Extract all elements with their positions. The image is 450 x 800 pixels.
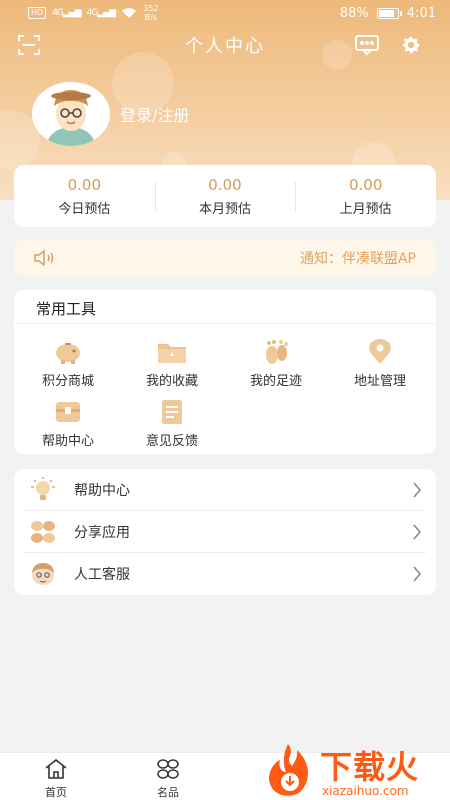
folder-icon	[157, 338, 187, 366]
tool-help-center[interactable]: 帮助中心	[18, 398, 118, 449]
login-register-link[interactable]: 登录/注册	[120, 102, 189, 126]
stat-label: 上月预估	[339, 201, 392, 217]
lightbulb-icon	[28, 475, 58, 505]
page-title: 个人中心	[185, 36, 265, 57]
wifi-icon	[122, 8, 137, 18]
gear-icon[interactable]	[398, 32, 424, 58]
stat-value: 0.00	[208, 175, 242, 194]
stat-this-month[interactable]: 0.00 本月预估	[154, 175, 296, 217]
earnings-stats-card: 0.00 今日预估 0.00 本月预估 0.00 上月预估	[14, 165, 436, 227]
tool-my-favorites[interactable]: 我的收藏	[122, 338, 222, 389]
tab-home[interactable]: 首页	[26, 758, 86, 800]
network-badge: HD	[28, 7, 47, 19]
status-bar: HD 4G▂▄▆ 4G▂▄▆ 352 B/s 88% 4:01	[0, 0, 450, 26]
battery-icon	[376, 7, 402, 19]
home-icon	[45, 758, 67, 779]
help-box-icon	[53, 398, 83, 426]
customer-service-icon	[28, 559, 58, 589]
chevron-right-icon	[413, 524, 422, 540]
location-pin-icon	[365, 338, 395, 366]
signal-indicator-2: 4G▂▄▆	[86, 8, 116, 18]
brand-grid-icon	[157, 759, 179, 779]
watermark-subtext: xiazaihuo.com	[322, 784, 409, 798]
tool-points-mall[interactable]: 积分商城	[18, 338, 118, 389]
tool-feedback[interactable]: 意见反馈	[122, 398, 222, 449]
stat-value: 0.00	[348, 175, 383, 194]
flame-logo-icon	[269, 744, 308, 796]
profile-section[interactable]: 登录/注册	[32, 82, 189, 146]
top-bar: 个人中心	[0, 30, 450, 60]
piggy-bank-icon	[53, 338, 83, 366]
share-grid-icon	[28, 517, 58, 547]
notice-bar[interactable]: 通知：伴凑联盟AP	[14, 240, 436, 276]
common-tools-card: 常用工具 积分商城 我的收藏 我的足迹 地址管理 帮助中心 意见反馈	[14, 290, 436, 454]
watermark-text: 下载火	[320, 748, 420, 786]
tools-title: 常用工具	[36, 300, 97, 318]
chevron-right-icon	[413, 566, 422, 582]
clock: 4:01	[406, 5, 436, 21]
stat-today[interactable]: 0.00 今日预估	[14, 176, 155, 217]
divider	[14, 323, 436, 324]
notice-text: 通知：伴凑联盟AP	[299, 251, 416, 267]
menu-item-help-center[interactable]: 帮助中心	[14, 469, 436, 511]
menu-item-customer-service[interactable]: 人工客服	[14, 553, 436, 595]
net-speed: 352 B/s	[143, 4, 159, 22]
speaker-icon	[34, 250, 54, 266]
signal-indicator-1: 4G▂▄▆	[52, 8, 81, 18]
avatar-icon[interactable]	[32, 82, 110, 146]
battery-percent: 88%	[339, 5, 369, 21]
tool-my-footprints[interactable]: 我的足迹	[226, 338, 326, 389]
chevron-right-icon	[413, 482, 422, 498]
stat-last-month[interactable]: 0.00 上月预估	[295, 176, 436, 217]
menu-list-card: 帮助中心 分享应用 人工客服	[14, 469, 436, 595]
menu-item-share-app[interactable]: 分享应用	[14, 511, 436, 553]
footprint-icon	[261, 338, 291, 366]
stat-label: 今日预估	[58, 201, 111, 217]
feedback-icon	[157, 398, 187, 426]
stat-label: 本月预估	[199, 201, 252, 217]
tool-address-management[interactable]: 地址管理	[330, 338, 430, 389]
message-icon[interactable]	[354, 32, 380, 58]
watermark-logo: 下载火 xiazaihuo.com	[262, 740, 450, 800]
stat-value: 0.00	[67, 175, 102, 194]
tab-brands[interactable]: 名品	[138, 759, 198, 800]
